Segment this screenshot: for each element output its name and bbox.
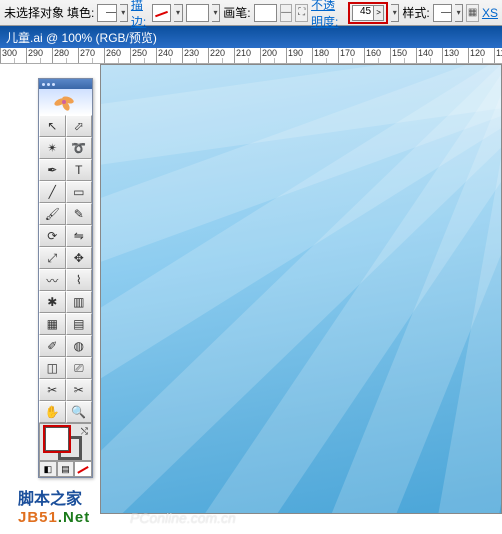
pen-tool[interactable]: ✒ (39, 159, 66, 181)
stroke-weight-field[interactable] (186, 4, 209, 22)
stroke-swatch-none[interactable] (152, 4, 171, 22)
ruler-tick: 200 (260, 48, 286, 63)
scissors-tool[interactable]: ✂ (66, 379, 93, 401)
fill-swatch-front[interactable] (45, 427, 69, 451)
mesh-tool[interactable]: ▦ (39, 313, 66, 335)
live-paint-tool[interactable]: ◫ (39, 357, 66, 379)
ruler-tick: 220 (208, 48, 234, 63)
free-transform-tool[interactable]: ✥ (66, 247, 93, 269)
direct-selection-tool[interactable]: ⬀ (66, 115, 93, 137)
ruler-tick: 230 (182, 48, 208, 63)
selection-tool[interactable]: ↖ (39, 115, 66, 137)
style-dropdown[interactable]: ▾ (455, 4, 463, 22)
lasso-tool[interactable]: ➰ (66, 137, 93, 159)
watermark-line2: JB51.Net (18, 509, 90, 526)
ruler-tick: 300 (0, 48, 26, 63)
rotate-tool[interactable]: ⟳ (39, 225, 66, 247)
zoom-tool[interactable]: 🔍 (66, 401, 93, 423)
scale-tool[interactable]: ⤢ (39, 247, 66, 269)
fill-mode-row: ◧ ▤ (39, 461, 92, 477)
fill-label: 填色: (67, 4, 94, 21)
style-label: 样式: (402, 4, 429, 21)
expand-icon[interactable]: ⛶ (295, 4, 308, 22)
fill-dropdown-icon[interactable]: ▾ (120, 4, 128, 22)
blend-tool[interactable]: ◍ (66, 335, 93, 357)
graph-tool[interactable]: ▥ (66, 291, 93, 313)
none-mode-icon[interactable] (74, 461, 92, 477)
style-swatch[interactable] (433, 4, 452, 22)
rectangle-tool[interactable]: ▭ (66, 181, 93, 203)
watermark-pconline: PConline.com.cn (130, 510, 236, 526)
document-title-bar: 儿童.ai @ 100% (RGB/预览) (0, 26, 502, 48)
xs-label[interactable]: XS (482, 6, 498, 20)
ruler-tick: 170 (338, 48, 364, 63)
ruler-tick: 140 (416, 48, 442, 63)
symbol-sprayer-tool[interactable]: ✱ (39, 291, 66, 313)
brush-select[interactable] (254, 4, 277, 22)
opacity-dropdown[interactable]: ▾ (391, 4, 399, 22)
tool-panel[interactable]: ↖⬀✴➰✒T╱▭🖌✎⟳⇋⤢✥〰⌇✱▥▦▤✐◍◫⎚✂✂✋🔍 ⤭ ◧ ▤ (38, 78, 93, 478)
ruler-tick: 210 (234, 48, 260, 63)
grid-icon[interactable]: ▦ (466, 4, 479, 22)
magic-wand-tool[interactable]: ✴ (39, 137, 66, 159)
ruler-tick: 120 (468, 48, 494, 63)
stroke-dropdown-icon[interactable]: ▾ (174, 4, 182, 22)
stroke-label[interactable]: 描边: (131, 0, 149, 30)
gradient-mode-icon[interactable]: ▤ (57, 461, 75, 477)
watermark-line1: 脚本之家 (18, 485, 90, 509)
fill-stroke-control[interactable]: ⤭ (39, 423, 92, 461)
opacity-arrow-icon[interactable]: > (374, 5, 384, 21)
paintbrush-tool[interactable]: 🖌 (39, 203, 66, 225)
pencil-tool[interactable]: ✎ (66, 203, 93, 225)
workspace: ↖⬀✴➰✒T╱▭🖌✎⟳⇋⤢✥〰⌇✱▥▦▤✐◍◫⎚✂✂✋🔍 ⤭ ◧ ▤ 脚本之家 … (0, 64, 502, 534)
ruler-tick: 260 (104, 48, 130, 63)
canvas-artboard[interactable] (100, 64, 502, 514)
gradient-tool[interactable]: ▤ (66, 313, 93, 335)
tool-panel-grip[interactable] (39, 79, 92, 89)
tool-panel-flower-decor (39, 89, 92, 115)
ruler-tick: 270 (78, 48, 104, 63)
ruler-tick: 250 (130, 48, 156, 63)
ruler-tick: 150 (390, 48, 416, 63)
ruler-horizontal: 3002902802702602502402302202102001901801… (0, 48, 502, 64)
dash-icon[interactable]: — (280, 4, 293, 22)
type-tool[interactable]: T (66, 159, 93, 181)
light-rays-artwork (101, 65, 501, 513)
opacity-input[interactable]: 45 (352, 5, 374, 21)
brush-label: 画笔: (223, 4, 250, 21)
hand-tool[interactable]: ✋ (39, 401, 66, 423)
ruler-tick: 160 (364, 48, 390, 63)
document-title: 儿童.ai @ 100% (RGB/预览) (6, 29, 157, 46)
reflect-tool[interactable]: ⇋ (66, 225, 93, 247)
ruler-tick: 180 (312, 48, 338, 63)
ruler-tick: 110 (494, 48, 502, 63)
warp-tool[interactable]: 〰 (39, 269, 66, 291)
color-mode-icon[interactable]: ◧ (39, 461, 57, 477)
opacity-label[interactable]: 不透明度: (311, 0, 345, 30)
no-selection-label: 未选择对象 (4, 4, 64, 21)
freeform-tool[interactable]: ⌇ (66, 269, 93, 291)
ruler-tick: 190 (286, 48, 312, 63)
stroke-weight-dropdown[interactable]: ▾ (212, 4, 220, 22)
slice-tool[interactable]: ✂ (39, 379, 66, 401)
fill-swatch[interactable] (97, 4, 116, 22)
opacity-group-highlight: 45 > (348, 2, 388, 24)
ruler-tick: 240 (156, 48, 182, 63)
line-tool[interactable]: ╱ (39, 181, 66, 203)
tool-grid: ↖⬀✴➰✒T╱▭🖌✎⟳⇋⤢✥〰⌇✱▥▦▤✐◍◫⎚✂✂✋🔍 (39, 115, 92, 423)
crop-tool[interactable]: ⎚ (66, 357, 93, 379)
watermark: 脚本之家 JB51.Net (18, 485, 90, 526)
ruler-tick: 280 (52, 48, 78, 63)
ruler-tick: 130 (442, 48, 468, 63)
options-bar: 未选择对象 填色: ▾ 描边: ▾ ▾ 画笔: — ⛶ 不透明度: 45 > ▾… (0, 0, 502, 26)
ruler-tick: 290 (26, 48, 52, 63)
eyedropper-tool[interactable]: ✐ (39, 335, 66, 357)
